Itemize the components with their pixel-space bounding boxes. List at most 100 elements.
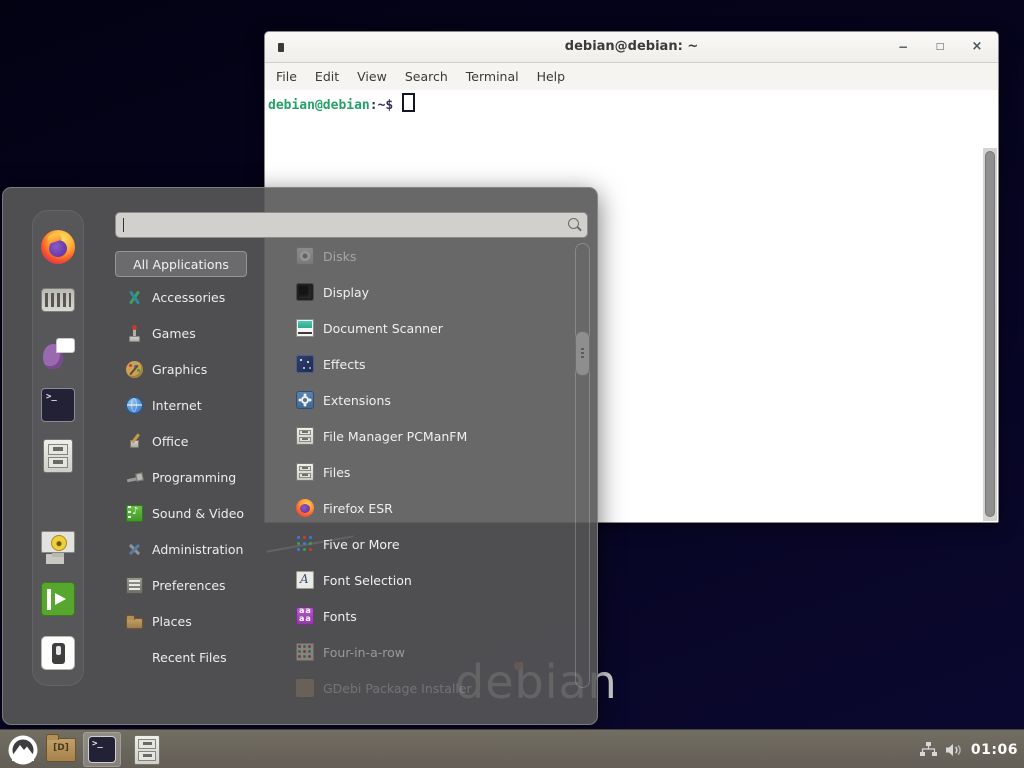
- all-applications-button[interactable]: All Applications: [115, 251, 247, 277]
- graphics-icon: [126, 361, 143, 378]
- favorite-firefox-button[interactable]: [41, 230, 75, 264]
- menubar-item-help[interactable]: Help: [537, 69, 566, 84]
- terminal-title: debian@debian: ~: [265, 39, 998, 54]
- favorite-logout-button[interactable]: [41, 582, 75, 616]
- app-label: File Manager PCManFM: [323, 429, 467, 444]
- app-font-selection[interactable]: Font Selection: [291, 562, 575, 598]
- favorites-column: [32, 210, 84, 686]
- clock[interactable]: 01:06: [971, 742, 1018, 758]
- application-menu: All Applications Accessories Games Graphic…: [2, 187, 598, 725]
- category-administration[interactable]: Administration: [115, 531, 291, 567]
- terminal-scrollbar-thumb[interactable]: [985, 151, 995, 517]
- folder-badge: [D]: [47, 743, 75, 753]
- games-icon: [126, 325, 143, 342]
- minimize-button[interactable]: −: [896, 32, 910, 62]
- firefox-icon: [296, 499, 314, 517]
- favorite-lock-button[interactable]: [41, 529, 75, 563]
- favorite-pidgin-button[interactable]: [41, 337, 75, 371]
- app-label: Five or More: [323, 537, 400, 552]
- category-label: Sound & Video: [152, 506, 244, 521]
- app-document-scanner[interactable]: Document Scanner: [291, 310, 575, 346]
- app-firefox-esr[interactable]: Firefox ESR: [291, 490, 575, 526]
- internet-icon: [126, 397, 143, 414]
- category-preferences[interactable]: Preferences: [115, 567, 291, 603]
- administration-icon: [126, 541, 143, 558]
- doc-scanner-icon: [296, 319, 314, 337]
- files-taskbar-button[interactable]: [128, 732, 166, 767]
- gdebi-icon: [296, 679, 314, 697]
- category-label: Recent Files: [152, 650, 227, 665]
- category-label: Graphics: [152, 362, 207, 377]
- five-or-more-icon: [296, 535, 314, 553]
- app-extensions[interactable]: Extensions: [291, 382, 575, 418]
- sound-video-icon: [126, 505, 143, 522]
- favorite-shutdown-button[interactable]: [41, 636, 75, 670]
- favorite-cabinet-button[interactable]: [41, 439, 75, 473]
- window-controls: − □ ×: [896, 32, 984, 62]
- favorite-keyboard-button[interactable]: [41, 283, 75, 317]
- search-box: [115, 212, 588, 238]
- menubar-item-view[interactable]: View: [357, 69, 387, 84]
- app-list-scrollbar-track[interactable]: [575, 243, 590, 688]
- menubar-item-terminal[interactable]: Terminal: [466, 69, 519, 84]
- category-games[interactable]: Games: [115, 315, 291, 351]
- category-places[interactable]: Places: [115, 603, 291, 639]
- category-programming[interactable]: Programming: [115, 459, 291, 495]
- app-five-or-more[interactable]: Five or More: [291, 526, 575, 562]
- search-input[interactable]: [116, 213, 587, 237]
- effects-icon: [296, 355, 314, 373]
- display-icon: [296, 283, 314, 301]
- app-list-scrollbar-thumb[interactable]: [575, 331, 590, 376]
- terminal-icon: [88, 736, 116, 763]
- keyboard-icon: [41, 288, 75, 312]
- app-gdebi-package-installer[interactable]: GDebi Package Installer: [291, 670, 575, 706]
- search-icon: [568, 218, 579, 229]
- terminal-scrollbar[interactable]: [983, 148, 997, 521]
- system-tray: 01:06: [920, 730, 1018, 768]
- terminal-icon: [41, 388, 75, 422]
- logout-icon: [41, 582, 75, 616]
- app-file-manager-pcmanfm[interactable]: File Manager PCManFM: [291, 418, 575, 454]
- programming-icon: [126, 469, 143, 486]
- app-disks[interactable]: Disks: [291, 238, 575, 274]
- app-files[interactable]: Files: [291, 454, 575, 490]
- category-internet[interactable]: Internet: [115, 387, 291, 423]
- app-label: Display: [323, 285, 369, 300]
- category-label: Games: [152, 326, 196, 341]
- menubar-item-file[interactable]: File: [276, 69, 297, 84]
- menubar-item-edit[interactable]: Edit: [315, 69, 339, 84]
- app-effects[interactable]: Effects: [291, 346, 575, 382]
- four-row-icon: [296, 643, 314, 661]
- volume-icon[interactable]: [945, 743, 963, 757]
- category-recent-files[interactable]: Recent Files: [115, 639, 291, 675]
- terminal-titlebar[interactable]: debian@debian: ~ − □ ×: [265, 32, 998, 63]
- app-four-in-a-row[interactable]: Four-in-a-row: [291, 634, 575, 670]
- terminal-taskbar-button[interactable]: [83, 732, 121, 767]
- app-fonts[interactable]: Fonts: [291, 598, 575, 634]
- font-selection-icon: [296, 571, 314, 589]
- cabinet-icon: [296, 427, 314, 445]
- favorite-terminal-button[interactable]: [41, 388, 75, 422]
- menu-button[interactable]: [4, 732, 42, 767]
- network-icon[interactable]: [920, 742, 937, 757]
- maximize-button[interactable]: □: [933, 32, 947, 62]
- file-manager-button[interactable]: [D]: [42, 732, 80, 767]
- lock-icon: [41, 531, 75, 553]
- app-display[interactable]: Display: [291, 274, 575, 310]
- close-button[interactable]: ×: [970, 32, 984, 62]
- category-office[interactable]: Office: [115, 423, 291, 459]
- terminal-cursor: [402, 93, 415, 112]
- app-label: Fonts: [323, 609, 357, 624]
- category-graphics[interactable]: Graphics: [115, 351, 291, 387]
- prompt-tail: :~$: [370, 98, 393, 113]
- app-label: Disks: [323, 249, 356, 264]
- category-label: Administration: [152, 542, 243, 557]
- category-label: Programming: [152, 470, 236, 485]
- firefox-icon: [41, 230, 75, 264]
- category-sound-video[interactable]: Sound & Video: [115, 495, 291, 531]
- category-accessories[interactable]: Accessories: [115, 279, 291, 315]
- menubar-item-search[interactable]: Search: [405, 69, 448, 84]
- pidgin-icon: [41, 337, 75, 371]
- fonts-icon: [296, 607, 314, 625]
- extensions-icon: [296, 391, 314, 409]
